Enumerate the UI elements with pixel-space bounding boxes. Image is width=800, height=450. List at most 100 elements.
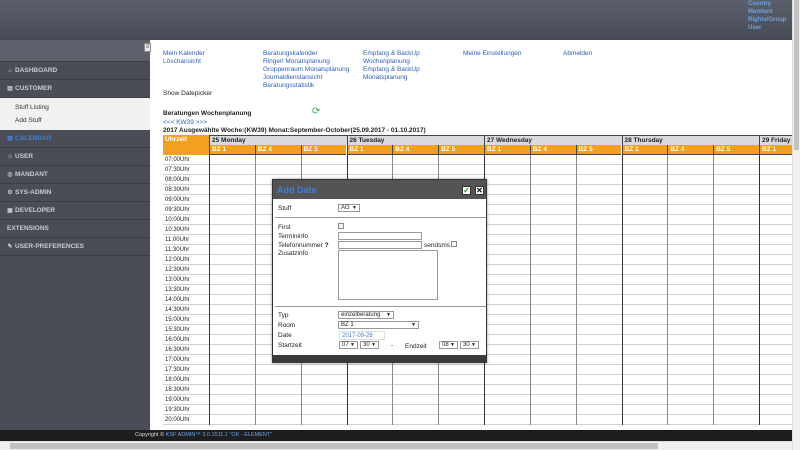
schedule-slot[interactable] bbox=[667, 405, 713, 415]
schedule-slot[interactable] bbox=[713, 305, 759, 315]
zusatzinfo-textarea[interactable] bbox=[338, 250, 438, 300]
schedule-slot[interactable] bbox=[575, 405, 622, 415]
schedule-slot[interactable] bbox=[759, 235, 792, 245]
schedule-slot[interactable] bbox=[759, 155, 792, 165]
schedule-slot[interactable] bbox=[713, 265, 759, 275]
schedule-slot[interactable] bbox=[575, 385, 622, 395]
header-link-rights-group[interactable]: Rights/Group bbox=[748, 16, 798, 24]
schedule-slot[interactable] bbox=[621, 175, 668, 185]
schedule-slot[interactable] bbox=[575, 155, 622, 165]
schedule-slot[interactable] bbox=[667, 335, 713, 345]
schedule-slot[interactable] bbox=[300, 155, 347, 165]
schedule-slot[interactable] bbox=[713, 335, 759, 345]
schedule-slot[interactable] bbox=[209, 335, 255, 345]
schedule-slot[interactable] bbox=[667, 155, 713, 165]
schedule-slot[interactable] bbox=[392, 155, 438, 165]
schedule-slot[interactable] bbox=[300, 165, 347, 175]
schedule-slot[interactable] bbox=[484, 345, 530, 355]
schedule-slot[interactable] bbox=[621, 235, 668, 245]
schedule-slot[interactable] bbox=[484, 365, 530, 375]
schedule-slot[interactable] bbox=[529, 255, 576, 265]
schedule-slot[interactable] bbox=[667, 225, 713, 235]
schedule-slot[interactable] bbox=[667, 365, 713, 375]
schedule-slot[interactable] bbox=[667, 265, 713, 275]
schedule-slot[interactable] bbox=[484, 295, 530, 305]
schedule-slot[interactable] bbox=[575, 285, 622, 295]
schedule-slot[interactable] bbox=[346, 155, 393, 165]
nav-link-monatsplanung[interactable]: Monatsplanung bbox=[363, 74, 420, 82]
schedule-slot[interactable] bbox=[575, 175, 622, 185]
schedule-slot[interactable] bbox=[667, 325, 713, 335]
schedule-slot[interactable] bbox=[575, 235, 622, 245]
schedule-slot[interactable] bbox=[484, 285, 530, 295]
schedule-slot[interactable] bbox=[575, 345, 622, 355]
schedule-slot[interactable] bbox=[209, 215, 255, 225]
schedule-slot[interactable] bbox=[209, 355, 255, 365]
schedule-slot[interactable] bbox=[209, 345, 255, 355]
schedule-slot[interactable] bbox=[529, 245, 576, 255]
schedule-slot[interactable] bbox=[575, 195, 622, 205]
end-minute-select[interactable]: 30 ▼ bbox=[460, 341, 479, 349]
schedule-slot[interactable] bbox=[209, 315, 255, 325]
schedule-slot[interactable] bbox=[759, 355, 792, 365]
schedule-slot[interactable] bbox=[209, 195, 255, 205]
schedule-slot[interactable] bbox=[392, 395, 438, 405]
schedule-slot[interactable] bbox=[667, 295, 713, 305]
schedule-slot[interactable] bbox=[621, 295, 668, 305]
schedule-slot[interactable] bbox=[529, 375, 576, 385]
schedule-slot[interactable] bbox=[667, 285, 713, 295]
schedule-slot[interactable] bbox=[667, 375, 713, 385]
sidebar-item-user[interactable]: ☺ USER bbox=[0, 148, 150, 166]
schedule-slot[interactable] bbox=[392, 405, 438, 415]
scrollbar-thumb[interactable] bbox=[794, 0, 799, 150]
schedule-slot[interactable] bbox=[713, 245, 759, 255]
schedule-slot[interactable] bbox=[484, 275, 530, 285]
schedule-slot[interactable] bbox=[209, 275, 255, 285]
schedule-slot[interactable] bbox=[713, 155, 759, 165]
schedule-slot[interactable] bbox=[575, 245, 622, 255]
schedule-slot[interactable] bbox=[392, 375, 438, 385]
schedule-slot[interactable] bbox=[621, 415, 668, 425]
schedule-slot[interactable] bbox=[759, 285, 792, 295]
schedule-slot[interactable] bbox=[621, 335, 668, 345]
schedule-slot[interactable] bbox=[713, 345, 759, 355]
schedule-slot[interactable] bbox=[529, 405, 576, 415]
schedule-slot[interactable] bbox=[713, 215, 759, 225]
schedule-slot[interactable] bbox=[209, 385, 255, 395]
termininfo-input[interactable] bbox=[338, 232, 422, 240]
sendsms-checkbox[interactable] bbox=[451, 241, 457, 247]
schedule-slot[interactable] bbox=[759, 175, 792, 185]
schedule-slot[interactable] bbox=[575, 205, 622, 215]
schedule-slot[interactable] bbox=[667, 185, 713, 195]
schedule-slot[interactable] bbox=[621, 365, 668, 375]
sidebar-item-sys-admin[interactable]: ⚙ SYS-ADMIN bbox=[0, 184, 150, 202]
schedule-slot[interactable] bbox=[300, 385, 347, 395]
schedule-slot[interactable] bbox=[575, 225, 622, 235]
schedule-slot[interactable] bbox=[621, 265, 668, 275]
schedule-slot[interactable] bbox=[529, 175, 576, 185]
schedule-slot[interactable] bbox=[209, 175, 255, 185]
schedule-slot[interactable] bbox=[621, 395, 668, 405]
schedule-slot[interactable] bbox=[392, 165, 438, 175]
schedule-slot[interactable] bbox=[759, 415, 792, 425]
schedule-slot[interactable] bbox=[575, 395, 622, 405]
nav-link-abmelden[interactable]: Abmelden bbox=[563, 50, 592, 58]
schedule-slot[interactable] bbox=[621, 345, 668, 355]
schedule-slot[interactable] bbox=[209, 155, 255, 165]
end-hour-select[interactable]: 08 ▼ bbox=[439, 341, 458, 349]
schedule-slot[interactable] bbox=[759, 305, 792, 315]
schedule-slot[interactable] bbox=[484, 325, 530, 335]
schedule-slot[interactable] bbox=[346, 395, 393, 405]
schedule-slot[interactable] bbox=[575, 335, 622, 345]
schedule-slot[interactable] bbox=[759, 345, 792, 355]
schedule-slot[interactable] bbox=[254, 415, 301, 425]
schedule-slot[interactable] bbox=[575, 375, 622, 385]
schedule-slot[interactable] bbox=[759, 165, 792, 175]
schedule-slot[interactable] bbox=[529, 415, 576, 425]
show-datepicker-link[interactable]: Show Datepicker bbox=[163, 90, 212, 97]
schedule-slot[interactable] bbox=[621, 245, 668, 255]
schedule-slot[interactable] bbox=[667, 235, 713, 245]
schedule-slot[interactable] bbox=[713, 235, 759, 245]
start-minute-select[interactable]: 30 ▼ bbox=[360, 341, 379, 349]
schedule-slot[interactable] bbox=[667, 385, 713, 395]
